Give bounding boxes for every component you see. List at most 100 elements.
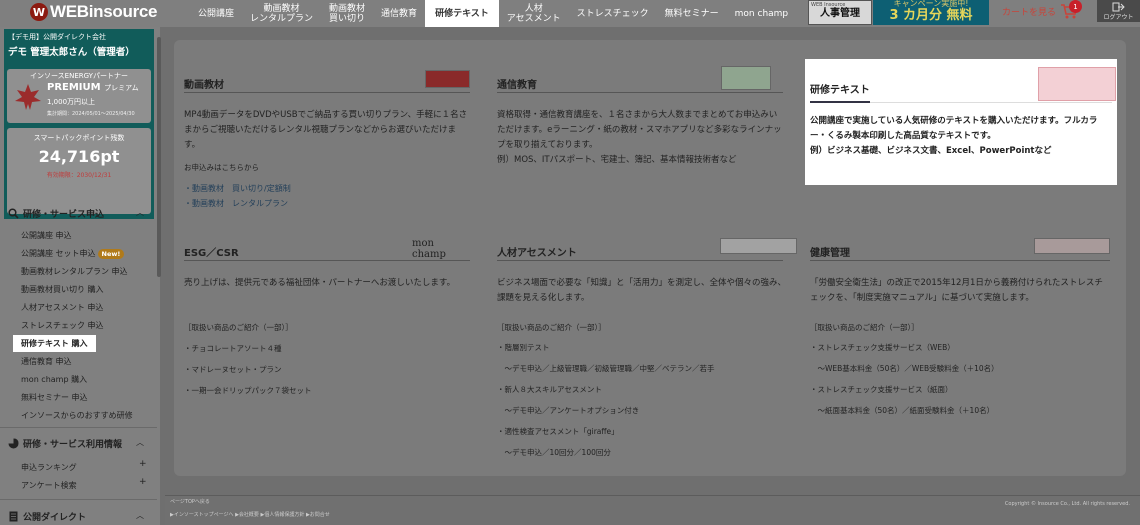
sidebar-item-8[interactable]: mon champ 購入: [21, 374, 87, 385]
search-icon: [8, 208, 19, 219]
logout-label: ログアウト: [1103, 14, 1134, 21]
sidebar-divider: [0, 427, 157, 428]
assessment-banner-image: [720, 238, 797, 254]
energy-partner-card[interactable]: インソースENERGYパートナー PREMIUM プレミアム 1,000万円以上…: [7, 69, 151, 123]
top-header: W WEBinsource 公開講座 動画教材 レンタルプラン 動画教材 買い切り通…: [0, 0, 1140, 27]
chevron-up-icon[interactable]: ︿: [136, 437, 144, 448]
sidebar-item-5[interactable]: ストレスチェック 申込: [21, 320, 104, 331]
chevron-up-icon[interactable]: ︿: [136, 207, 144, 218]
sidebar-item-3[interactable]: 動画教材買い切り 購入: [21, 284, 104, 295]
energy-rank: PREMIUM プレミアム: [47, 82, 139, 93]
health-banner-image: [1034, 238, 1110, 254]
sidebar-item-label: 無料セミナー 申込: [21, 393, 88, 402]
cart-count-badge: 1: [1069, 0, 1082, 13]
card-rule: [184, 260, 470, 261]
site-logo[interactable]: W WEBinsource: [30, 1, 158, 23]
sidebar-item-label: 動画教材買い切り 購入: [21, 285, 104, 294]
assessment-list-item: ・階層別テスト: [497, 343, 550, 352]
cart-button[interactable]: カートを見る: [1002, 3, 1079, 19]
nav-item-5[interactable]: 人材 アセスメント: [499, 0, 569, 27]
card-assessment[interactable]: 人材アセスメント ビジネス場面で必要な「知識」と「活用力」を測定し、全体や個々の…: [497, 238, 797, 468]
back-to-top-link[interactable]: ページTOPへ戻る: [170, 498, 210, 505]
chevron-up-icon[interactable]: ︿: [136, 510, 144, 521]
maple-leaf-icon: [15, 84, 41, 110]
sidebar-item-label: インソースからのおすすめ研修: [21, 411, 133, 420]
mon-champ-logo: mon champ: [412, 238, 446, 260]
sidebar-item-9[interactable]: 無料セミナー 申込: [21, 392, 88, 403]
sidebar-item-label: 研修テキスト 購入: [21, 339, 88, 348]
energy-requirement: 1,000万円以上: [47, 98, 96, 106]
sidebar-item-label: mon champ 購入: [21, 375, 88, 384]
video-banner-image: [425, 70, 470, 88]
health-list-item: ～WEB基本料金（50名）／WEB受験料金（＋10名）: [810, 364, 999, 373]
link-video-buy[interactable]: ・動画教材 買い切り/定額制: [184, 181, 291, 196]
section-direct-header[interactable]: 公開ダイレクト: [8, 510, 86, 523]
logout-button[interactable]: ログアウト: [1097, 0, 1140, 22]
page-footer: ページTOPへ戻る ▶インソーストップページへ ▶会社概要 ▶個人情報保護方針 …: [165, 495, 1140, 525]
section-apply-header[interactable]: 研修・サービス申込: [8, 207, 104, 220]
points-expiry: 有効期限：2030/12/31: [46, 172, 112, 179]
user-name: デモ 管理太郎さん（管理者）: [8, 47, 135, 58]
nav-item-0[interactable]: 公開講座: [190, 0, 242, 27]
sidebar-item-1[interactable]: 公開講座 セット申込 New!: [21, 248, 125, 259]
card-texts-title: 研修テキスト: [810, 85, 870, 96]
sidebar-item-0[interactable]: 公開講座 申込: [21, 230, 72, 241]
energy-title: インソースENERGYパートナー: [30, 72, 128, 80]
sidebar-item-label: 公開講座 セット申込: [21, 249, 96, 258]
plus-icon[interactable]: +: [139, 477, 147, 487]
section-usage-header[interactable]: 研修・サービス利用情報: [8, 437, 122, 450]
nav-item-8[interactable]: mon champ: [727, 0, 797, 27]
promo-hr-banner[interactable]: WEB Insource 人事管理: [808, 0, 872, 25]
card-assessment-title: 人材アセスメント: [497, 248, 577, 259]
card-esg[interactable]: ESG／CSR mon champ 売り上げは、提供元である福祉団体・パートナー…: [184, 236, 470, 406]
esg-list-item: ・一期一会ドリップパック７袋セット: [184, 386, 312, 395]
sidebar-item-7[interactable]: 通信教育 申込: [21, 356, 72, 367]
points-label: スマートパックポイント残数: [33, 134, 125, 142]
card-health-list-head: ［取扱い商品のご紹介（一部）］: [810, 323, 919, 332]
card-assessment-body: ビジネス場面で必要な「知識」と「活用力」を測定し、全体や個々の強み、課題を見える…: [497, 278, 787, 303]
new-badge: New!: [97, 249, 125, 259]
assessment-list-item: ～デモ申込／10回分／100回分: [497, 448, 611, 457]
card-esg-list-head: ［取扱い商品のご紹介（一部）］: [184, 323, 293, 332]
nav-item-3[interactable]: 通信教育: [373, 0, 425, 27]
sidebar-scrollbar[interactable]: [157, 37, 161, 277]
card-assessment-list-head: ［取扱い商品のご紹介（一部）］: [497, 323, 606, 332]
plus-icon[interactable]: +: [139, 459, 147, 469]
nav-item-2[interactable]: 動画教材 買い切り: [321, 0, 373, 27]
nav-item-1[interactable]: 動画教材 レンタルプラン: [242, 0, 321, 27]
card-texts-highlight[interactable]: 研修テキスト 公開講座で実施している人気研修のテキストを購入いただけます。フルカ…: [805, 59, 1117, 185]
company-name: 【デモ用】公開ダイレクト会社: [8, 33, 106, 41]
sidebar: 【デモ用】公開ダイレクト会社 デモ 管理太郎さん（管理者） インソースENERG…: [0, 27, 161, 525]
link-video-rental[interactable]: ・動画教材 レンタルプラン: [184, 196, 288, 211]
sidebar-item-ranking[interactable]: 申込ランキング: [21, 462, 77, 473]
sidebar-item-6[interactable]: 研修テキスト 購入: [13, 335, 96, 352]
card-video[interactable]: 動画教材 MP4動画データをDVDやUSBでご納品する買い切りプラン、手軽に１名…: [184, 70, 470, 220]
card-health[interactable]: 健康管理 「労働安全衛生法」の改正で2015年12月1日から義務付けられたストレ…: [810, 238, 1110, 428]
pie-chart-icon: [8, 438, 19, 449]
account-panel: 【デモ用】公開ダイレクト会社 デモ 管理太郎さん（管理者） インソースENERG…: [4, 29, 154, 219]
energy-rank-sub: プレミアム: [104, 84, 139, 92]
document-icon: [9, 511, 18, 522]
sidebar-item-2[interactable]: 動画教材レンタルプラン 申込: [21, 266, 128, 277]
sidebar-item-label: 動画教材レンタルプラン 申込: [21, 267, 128, 276]
sidebar-item-survey[interactable]: アンケート検索: [21, 480, 77, 491]
card-rule: [184, 92, 470, 93]
nav-item-7[interactable]: 無料セミナー: [657, 0, 727, 27]
promo-hr-title: 人事管理: [820, 8, 860, 19]
sidebar-item-4[interactable]: 人材アセスメント 申込: [21, 302, 103, 313]
promo-free-banner[interactable]: キャンペーン実施中! 3 カ月分 無料: [873, 0, 989, 25]
promo-free-top: キャンペーン実施中!: [893, 0, 969, 8]
sidebar-item-label: 通信教育 申込: [21, 357, 72, 366]
health-list-item: ～紙面基本料金（50名）／紙面受験料金（＋10名）: [810, 406, 995, 415]
footer-links[interactable]: ▶インソーストップページへ ▶会社概要 ▶個人情報保護方針 ▶お問合せ: [170, 511, 330, 518]
card-texts[interactable]: 研修テキスト 公開講座で実施している人気研修のテキストを購入いただけます。フルカ…: [810, 67, 1116, 177]
promo-free-title: 3 カ月分 無料: [889, 8, 973, 23]
sidebar-item-10[interactable]: インソースからのおすすめ研修: [21, 410, 133, 421]
nav-item-4[interactable]: 研修テキスト: [425, 0, 499, 27]
nav-item-6[interactable]: ストレスチェック: [569, 0, 657, 27]
points-value: 24,716pt: [38, 147, 120, 166]
card-correspondence-title: 通信教育: [497, 80, 537, 91]
card-esg-title: ESG／CSR: [184, 248, 239, 259]
assessment-list-item: ～デモ申込／上級管理職／初級管理職／中堅／ベテラン／若手: [497, 364, 715, 373]
card-correspondence[interactable]: 通信教育 資格取得・通信教育講座を、１名さまから大人数までまとめてお申込みいただ…: [497, 66, 783, 186]
